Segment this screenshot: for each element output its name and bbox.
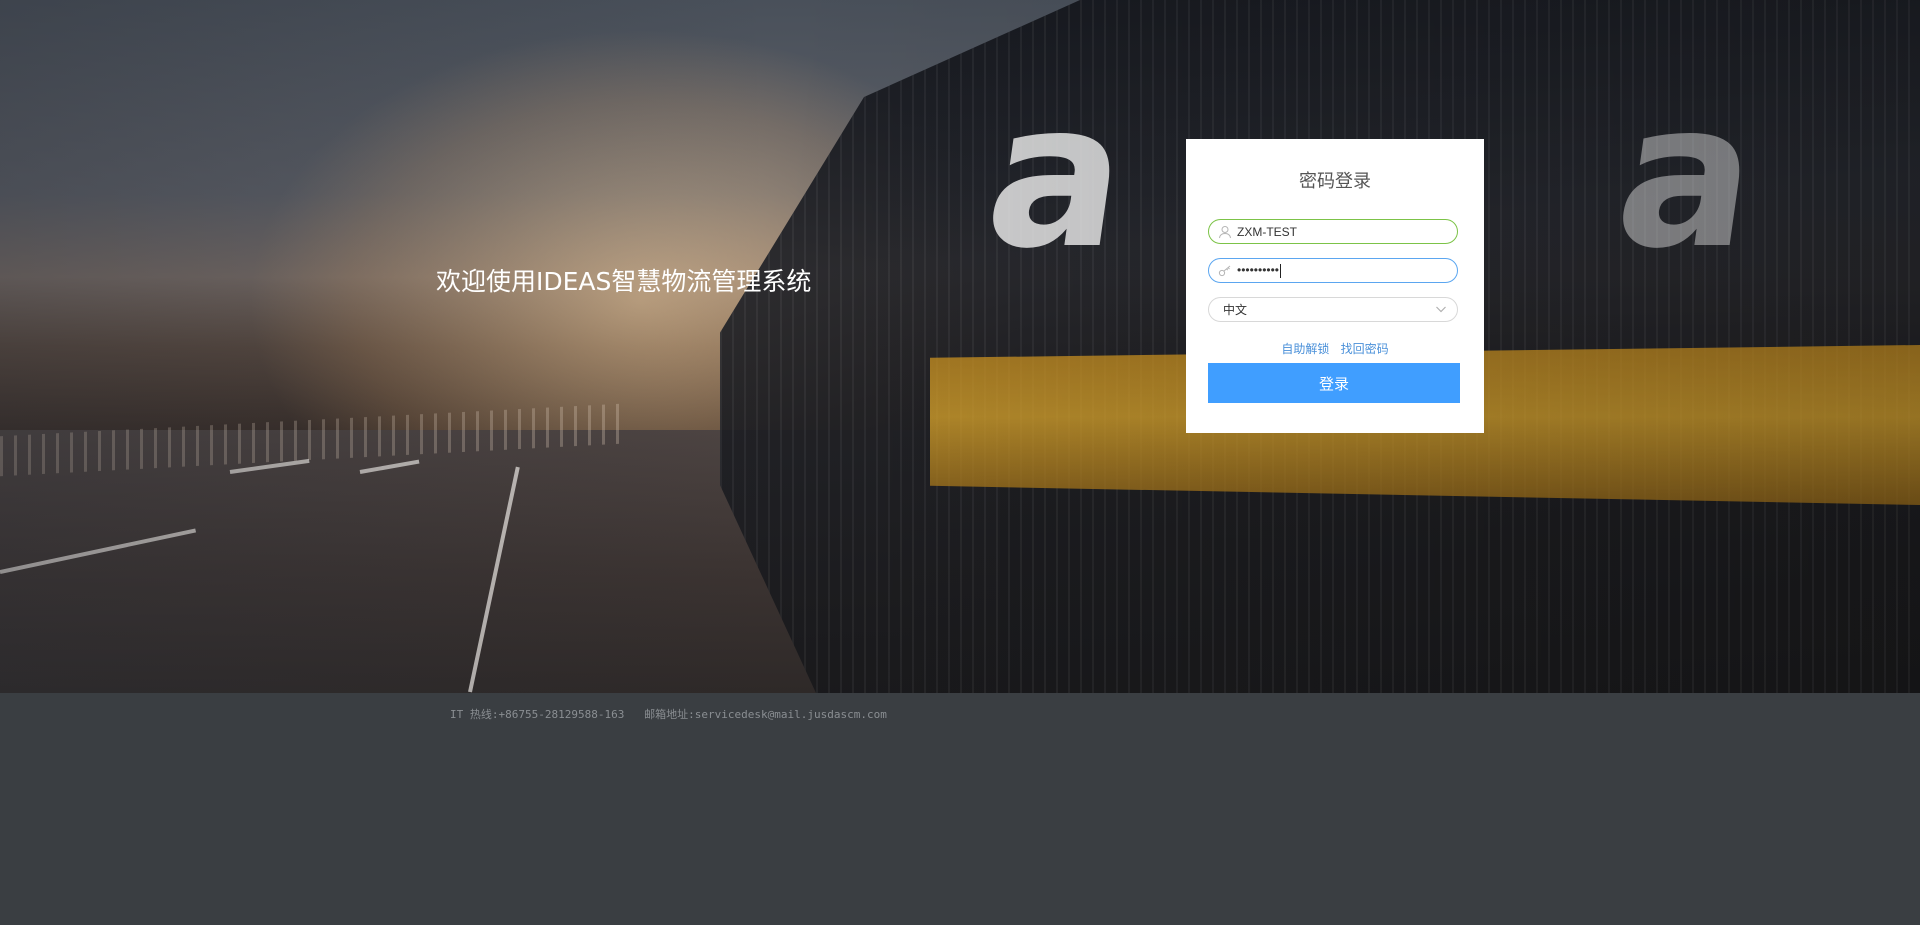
language-value: 中文 [1223, 303, 1248, 317]
welcome-heading: 欢迎使用IDEAS智慧物流管理系统 [436, 267, 812, 296]
login-links: 自助解锁 找回密码 [1186, 340, 1484, 357]
recover-password-link[interactable]: 找回密码 [1341, 342, 1389, 356]
hero-overlay [0, 0, 1920, 693]
hero-background: a a 欢迎使用IDEAS智慧物流管理系统 密码登录 ZXM-TEST ••••… [0, 0, 1920, 693]
login-title: 密码登录 [1299, 171, 1371, 192]
key-icon [1218, 265, 1231, 276]
text-caret [1280, 263, 1282, 278]
language-select[interactable]: 中文 [1208, 297, 1458, 322]
login-panel: 密码登录 ZXM-TEST •••••••••• 中文 自助解锁 找回密码 登录 [1186, 139, 1484, 433]
login-button[interactable]: 登录 [1208, 363, 1460, 403]
self-unlock-link[interactable]: 自助解锁 [1281, 342, 1329, 356]
chevron-down-icon [1436, 306, 1446, 313]
username-input[interactable]: ZXM-TEST [1208, 219, 1458, 244]
password-value: •••••••••• [1237, 263, 1282, 278]
username-value: ZXM-TEST [1237, 224, 1297, 239]
user-icon [1219, 225, 1231, 238]
password-input[interactable]: •••••••••• [1208, 258, 1458, 283]
password-dots: •••••••••• [1237, 263, 1280, 278]
footer-contact: IT 热线:+86755-28129588-163 邮箱地址:servicede… [450, 708, 887, 721]
